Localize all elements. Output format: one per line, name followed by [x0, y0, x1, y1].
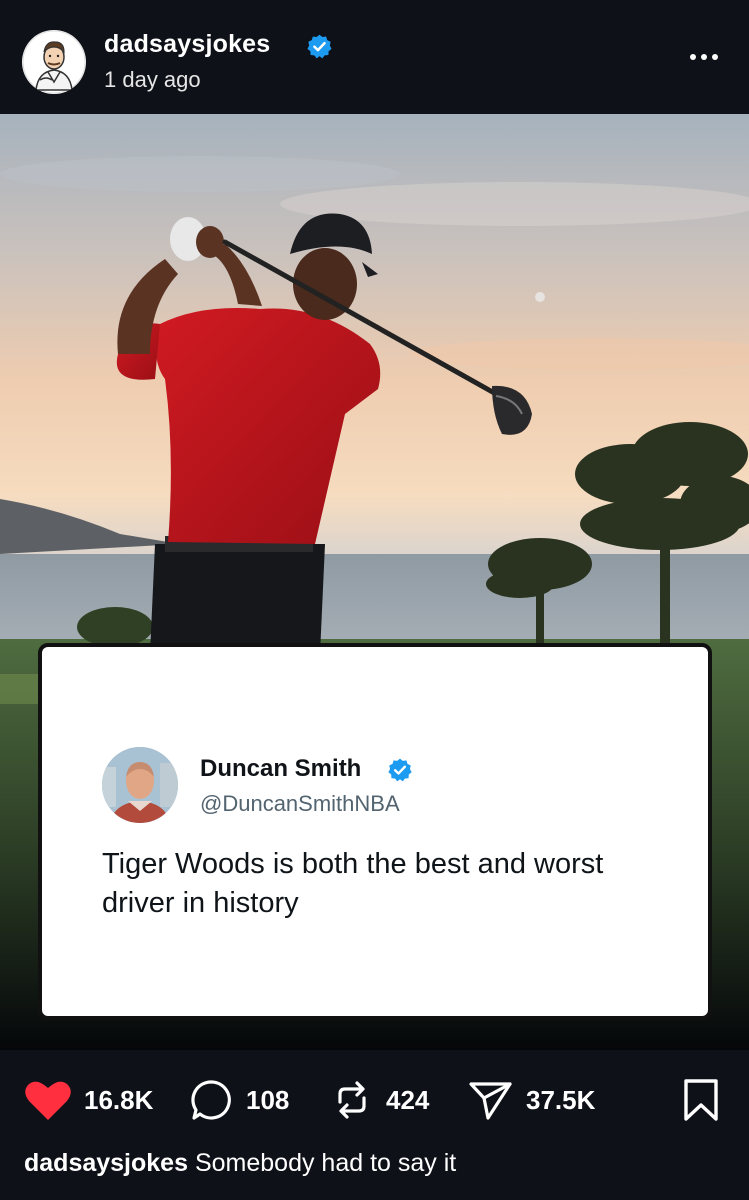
comment-button[interactable]: 108 [190, 1078, 289, 1122]
post-footer: 16.8K 108 424 37.5K dadsaysjokes Somebod… [0, 1050, 749, 1200]
share-count: 37.5K [526, 1084, 596, 1115]
tweet-author-avatar [102, 747, 178, 823]
repost-count: 424 [386, 1084, 430, 1115]
comment-icon [191, 1080, 231, 1120]
tweet-author-handle: @DuncanSmithNBA [200, 791, 400, 816]
verified-badge-icon [388, 758, 412, 782]
profile-avatar[interactable] [22, 30, 86, 94]
post-header: dadsaysjokes 1 day ago [0, 0, 749, 114]
caption-username[interactable]: dadsaysjokes [24, 1149, 188, 1177]
repost-button[interactable]: 424 [330, 1078, 429, 1122]
more-horizontal-icon[interactable] [686, 44, 722, 70]
post-caption: dadsaysjokes Somebody had to say it [24, 1149, 456, 1178]
heart-icon [25, 1081, 71, 1120]
repost-icon [338, 1081, 366, 1119]
post-timestamp: 1 day ago [104, 67, 201, 92]
caption-text: Somebody had to say it [194, 1149, 457, 1177]
tweet-text: Tiger Woods is both the best and worst d… [102, 848, 604, 919]
tweet-author-name: Duncan Smith [200, 755, 362, 782]
tweet-card: Duncan Smith @DuncanSmithNBA Tiger Woods… [38, 643, 712, 1020]
verified-badge-icon [307, 34, 332, 59]
share-button[interactable]: 37.5K [468, 1078, 595, 1122]
bookmark-icon [684, 1079, 718, 1121]
send-icon [469, 1082, 512, 1120]
post-username[interactable]: dadsaysjokes [104, 30, 270, 59]
comment-count: 108 [246, 1084, 290, 1115]
like-count: 16.8K [84, 1084, 154, 1115]
like-button[interactable]: 16.8K [24, 1078, 153, 1122]
save-button[interactable] [682, 1078, 720, 1122]
